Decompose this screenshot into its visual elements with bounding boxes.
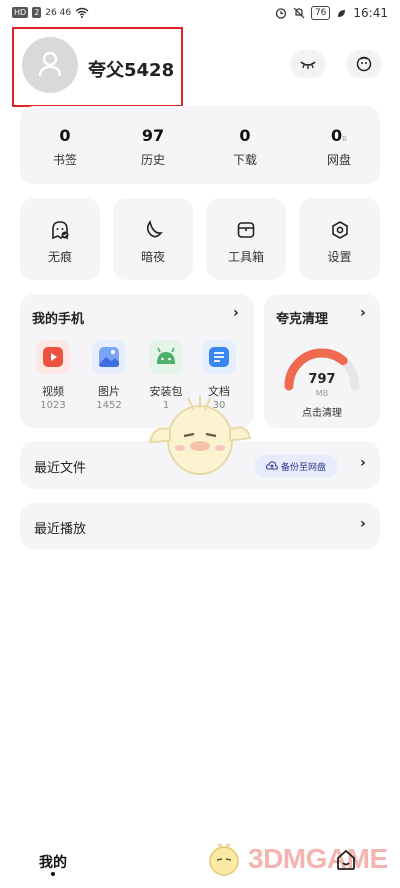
stat-label: 下载 <box>232 153 257 167</box>
video-icon <box>43 347 63 367</box>
recent-play-title: 最近播放 <box>34 522 87 537</box>
tab-mine[interactable]: 我的 <box>39 852 67 872</box>
watermark: 3DMGAME <box>204 840 388 878</box>
username[interactable]: 夸父5428 <box>88 56 174 82</box>
document-icon-tile <box>202 340 236 374</box>
stat-label: 网盘 <box>326 153 351 167</box>
android-icon-tile <box>149 340 183 374</box>
stat-bookmarks[interactable]: 0 书签 <box>20 106 110 168</box>
tool-night-mode[interactable]: 暗夜 <box>113 198 193 280</box>
tool-settings[interactable]: 设置 <box>299 198 380 280</box>
stats-card: 0 书签 97 历史 0 下载 0B 网盘 <box>20 106 380 184</box>
stat-value: 0B <box>294 126 384 145</box>
recent-play-chevron[interactable]: › <box>360 516 366 532</box>
stat-history[interactable]: 97 历史 <box>108 106 198 168</box>
chat-face-button[interactable] <box>346 50 382 78</box>
stat-label: 书签 <box>52 153 77 167</box>
active-tab-indicator <box>51 872 55 876</box>
watermark-text: 3DMGAME <box>248 843 388 874</box>
recent-play-row[interactable]: 最近播放 › <box>20 503 380 549</box>
chat-face-icon <box>356 56 372 72</box>
wifi-icon <box>75 7 89 18</box>
android-icon <box>157 347 175 364</box>
mascot-sticker <box>148 396 252 475</box>
document-icon <box>209 347 229 367</box>
tool-label: 无痕 <box>47 250 72 264</box>
tool-label: 工具箱 <box>227 250 264 264</box>
sleep-mode-button[interactable] <box>290 50 326 78</box>
app-label: 视频 <box>42 385 64 398</box>
clock: 16:41 <box>353 6 388 20</box>
video-icon-tile <box>36 340 70 374</box>
tool-toolbox[interactable]: 工具箱 <box>206 198 286 280</box>
image-icon <box>99 347 119 367</box>
bell-off-icon <box>293 7 305 19</box>
status-left: HD 2 26 46 <box>12 7 89 18</box>
tool-label: 设置 <box>327 250 352 264</box>
cloud-upload-icon <box>265 461 278 470</box>
stat-value: 97 <box>141 126 165 145</box>
ghost-icon <box>52 221 69 240</box>
sim-badge: 2 <box>32 7 42 18</box>
gear-icon <box>331 221 348 239</box>
stat-downloads[interactable]: 0 下载 <box>200 106 290 168</box>
status-bar: HD 2 26 46 76 16:41 <box>0 0 400 28</box>
watermark-mascot-icon <box>209 843 239 876</box>
recent-files-title: 最近文件 <box>34 461 87 476</box>
stat-label: 历史 <box>140 153 165 167</box>
signal-text: 26 46 <box>45 7 72 18</box>
backup-label: 备份至网盘 <box>280 462 326 473</box>
alarm-icon <box>275 8 287 19</box>
moon-icon <box>146 220 163 238</box>
tool-label: 暗夜 <box>140 250 165 264</box>
status-right: 76 16:41 <box>275 6 388 20</box>
app-label: 图片 <box>98 385 120 398</box>
app-count: 1452 <box>96 400 122 411</box>
backup-to-cloud-button[interactable]: 备份至网盘 <box>254 455 338 477</box>
cleaner-card[interactable]: 夸克清理 › 797 MB 点击清理 <box>264 294 380 428</box>
profile-highlight[interactable]: 夸父5428 <box>12 27 183 107</box>
app-count: 1023 <box>40 400 66 411</box>
sleep-eye-icon <box>300 61 316 69</box>
stat-cloud-drive[interactable]: 0B 网盘 <box>294 106 384 168</box>
stat-value: 0 <box>59 126 71 145</box>
cleaner-chevron[interactable]: › <box>360 305 366 321</box>
cleaner-action[interactable]: 点击清理 <box>264 404 380 419</box>
stat-value: 0 <box>239 126 251 145</box>
tool-incognito[interactable]: 无痕 <box>20 198 100 280</box>
cleaner-size: 797 <box>308 372 336 387</box>
my-phone-title: 我的手机 <box>32 312 85 327</box>
my-phone-chevron[interactable]: › <box>233 305 239 321</box>
toolbox-icon <box>237 222 255 238</box>
image-icon-tile <box>92 340 126 374</box>
stat-unit: B <box>342 135 347 143</box>
cleaner-unit: MB <box>315 389 329 398</box>
app-videos[interactable]: 视频 1023 <box>28 340 78 411</box>
battery-icon: 76 <box>310 6 331 20</box>
recent-files-chevron[interactable]: › <box>360 455 366 471</box>
person-icon <box>38 51 62 77</box>
stat-number: 0 <box>331 126 343 145</box>
home-icon[interactable] <box>334 848 358 872</box>
cleaner-title: 夸克清理 <box>276 312 329 327</box>
leaf-icon <box>338 9 346 17</box>
hd-badge: HD <box>12 7 29 18</box>
avatar[interactable] <box>22 37 78 93</box>
app-images[interactable]: 图片 1452 <box>84 340 134 411</box>
